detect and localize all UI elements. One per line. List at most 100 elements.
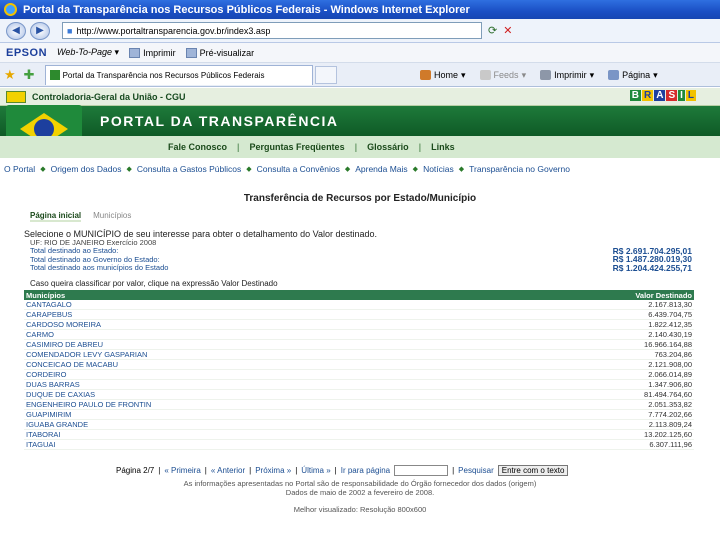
- submenu-aprenda[interactable]: Aprenda Mais: [355, 164, 407, 174]
- col-municipios[interactable]: Municípios: [24, 290, 480, 300]
- preview-icon: [185, 47, 197, 58]
- crumb-pagina-inicial[interactable]: Página inicial: [30, 211, 82, 222]
- printer-icon: [540, 70, 552, 80]
- epson-toolbar: EPSON Web-To-Page ▾ Imprimir Pré-visuali…: [0, 43, 720, 63]
- epson-preview-button[interactable]: Pré-visualizar: [185, 47, 255, 58]
- epson-preview-label: Pré-visualizar: [199, 47, 255, 58]
- home-button[interactable]: Home ▾: [420, 70, 466, 81]
- municipio-link[interactable]: ITABORAI: [24, 429, 480, 440]
- municipio-link[interactable]: IGUABA GRANDE: [24, 419, 480, 430]
- valor-destinado: 81.494.764,60: [479, 389, 694, 400]
- add-favorites-icon[interactable]: ✚: [24, 67, 35, 83]
- address-bar: ◀ ▶ ■ http://www.portaltransparencia.gov…: [0, 19, 720, 43]
- stop-icon[interactable]: ✕: [503, 24, 512, 37]
- epson-print-label: Imprimir: [143, 47, 176, 58]
- page-menu-label: Página: [622, 70, 651, 80]
- new-tab-button[interactable]: [314, 65, 337, 84]
- print-label: Imprimir: [554, 70, 587, 80]
- table-row: GUAPIMIRIM 7.774.202,66: [24, 409, 694, 420]
- municipio-link[interactable]: CARDOSO MOREIRA: [24, 319, 480, 330]
- tab-portal[interactable]: Portal da Transparência nos Recursos Púb…: [44, 64, 313, 85]
- web-to-page-label: Web-To-Page ▾: [57, 47, 120, 57]
- printer-icon: [129, 47, 141, 58]
- sub-menu: O Portal ◆ Origem dos Dados ◆ Consulta a…: [4, 164, 570, 174]
- municipios-table: Municípios Valor Destinado CANTAGALO 2.16…: [24, 290, 694, 450]
- crumb-municipios: Municípios: [93, 211, 132, 220]
- submenu-noticias[interactable]: Notícias: [423, 164, 454, 174]
- table-row: CASIMIRO DE ABREU 16.966.164,88: [24, 339, 694, 350]
- pager: Página 2/7 | « Primeira | « Anterior | P…: [116, 465, 569, 476]
- summary-label-municipios: Total destinado aos municípios do Estado: [30, 263, 169, 273]
- goto-page-input[interactable]: [394, 465, 449, 476]
- web-to-page-button[interactable]: Web-To-Page ▾: [57, 47, 119, 58]
- valor-destinado: 763.204,86: [479, 349, 694, 360]
- table-row: CORDEIRO 2.066.014,89: [24, 369, 694, 380]
- submenu-gastos[interactable]: Consulta a Gastos Públicos: [137, 164, 241, 174]
- valor-destinado: 2.167.813,30: [479, 300, 694, 310]
- submenu-origem[interactable]: Origem dos Dados: [51, 164, 122, 174]
- url-input[interactable]: ■ http://www.portaltransparencia.gov.br/…: [62, 22, 482, 39]
- municipio-link[interactable]: COMENDADOR LEVY GASPARIAN: [24, 349, 480, 360]
- pager-last[interactable]: Última »: [301, 466, 330, 475]
- search-label[interactable]: Pesquisar: [458, 466, 494, 475]
- ie-logo-icon: [4, 3, 17, 16]
- municipio-link[interactable]: GUAPIMIRIM: [24, 409, 480, 420]
- feeds-icon: [479, 70, 491, 80]
- table-row: IGUABA GRANDE 2.113.809,24: [24, 419, 694, 430]
- municipio-link[interactable]: CORDEIRO: [24, 369, 480, 380]
- municipio-link[interactable]: DUAS BARRAS: [24, 379, 480, 390]
- footer-note: As informações apresentadas no Portal sã…: [183, 479, 537, 488]
- refresh-icon[interactable]: ⟳: [488, 24, 497, 37]
- menu-glossario[interactable]: Glossário: [367, 142, 409, 152]
- valor-destinado: 2.066.014,89: [479, 369, 694, 380]
- submenu-o-portal[interactable]: O Portal: [4, 164, 35, 174]
- municipio-link[interactable]: CASIMIRO DE ABREU: [24, 339, 480, 350]
- cgu-emblem-icon: [6, 90, 26, 103]
- table-row: COMENDADOR LEVY GASPARIAN 763.204,86: [24, 349, 694, 360]
- cgu-name[interactable]: Controladoria-Geral da União - CGU: [32, 92, 186, 102]
- valor-destinado: 6.307.111,96: [479, 439, 694, 450]
- submenu-convenios[interactable]: Consulta a Convênios: [257, 164, 340, 174]
- menu-perguntas[interactable]: Perguntas Freqüentes: [250, 142, 345, 152]
- municipio-link[interactable]: ITAGUAI: [24, 439, 480, 450]
- page-title: Transferência de Recursos por Estado/Mun…: [243, 193, 477, 204]
- top-menu: Fale Conosco | Perguntas Freqüentes | Gl…: [0, 136, 720, 158]
- valor-destinado: 1.347.906,80: [479, 379, 694, 390]
- feeds-button[interactable]: Feeds ▾: [479, 70, 526, 81]
- valor-destinado: 1.822.412,35: [479, 319, 694, 330]
- print-button[interactable]: Imprimir ▾: [540, 70, 594, 81]
- epson-print-button[interactable]: Imprimir: [129, 47, 176, 58]
- favorites-star-icon[interactable]: ★: [4, 67, 16, 83]
- pager-first[interactable]: « Primeira: [164, 466, 200, 475]
- municipio-link[interactable]: ENGENHEIRO PAULO DE FRONTIN: [24, 399, 480, 410]
- table-row: CARDOSO MOREIRA 1.822.412,35: [24, 319, 694, 330]
- valor-destinado: 2.140.430,19: [479, 329, 694, 340]
- municipio-link[interactable]: CANTAGALO: [24, 300, 480, 310]
- window-titlebar: Portal da Transparência nos Recursos Púb…: [0, 0, 720, 19]
- forward-button[interactable]: ▶: [30, 21, 50, 40]
- favicon-icon: [49, 70, 60, 80]
- footer-resolution: Melhor visualizado: Resolução 800x600: [293, 505, 427, 514]
- command-bar: Home ▾ Feeds ▾ Imprimir ▾ Página ▾: [420, 63, 658, 87]
- municipio-link[interactable]: CARMO: [24, 329, 480, 340]
- page-icon: [608, 70, 620, 80]
- pager-next[interactable]: Próxima »: [255, 466, 291, 475]
- table-row: ITABORAI 13.202.125,60: [24, 429, 694, 440]
- col-valor-destinado[interactable]: Valor Destinado: [479, 290, 694, 300]
- municipio-link[interactable]: CONCEICAO DE MACABU: [24, 359, 480, 370]
- sort-note: Caso queira classificar por valor, cliqu…: [30, 279, 278, 288]
- summary-value-municipios: R$ 1.204.424.255,71: [612, 262, 692, 273]
- back-button[interactable]: ◀: [6, 21, 26, 40]
- submenu-transparencia[interactable]: Transparência no Governo: [469, 164, 570, 174]
- search-input[interactable]: Entre com o texto: [497, 465, 569, 476]
- pager-goto-label[interactable]: Ir para página: [341, 466, 390, 475]
- municipio-link[interactable]: DUQUE DE CAXIAS: [24, 389, 480, 400]
- municipio-link[interactable]: CARAPEBUS: [24, 309, 480, 320]
- brasil-logo: BRASIL: [629, 90, 696, 101]
- menu-links[interactable]: Links: [431, 142, 455, 152]
- home-label: Home: [434, 70, 459, 80]
- window-title: Portal da Transparência nos Recursos Púb…: [23, 3, 470, 16]
- menu-fale-conosco[interactable]: Fale Conosco: [168, 142, 227, 152]
- page-menu-button[interactable]: Página ▾: [608, 70, 658, 81]
- pager-prev[interactable]: « Anterior: [211, 466, 245, 475]
